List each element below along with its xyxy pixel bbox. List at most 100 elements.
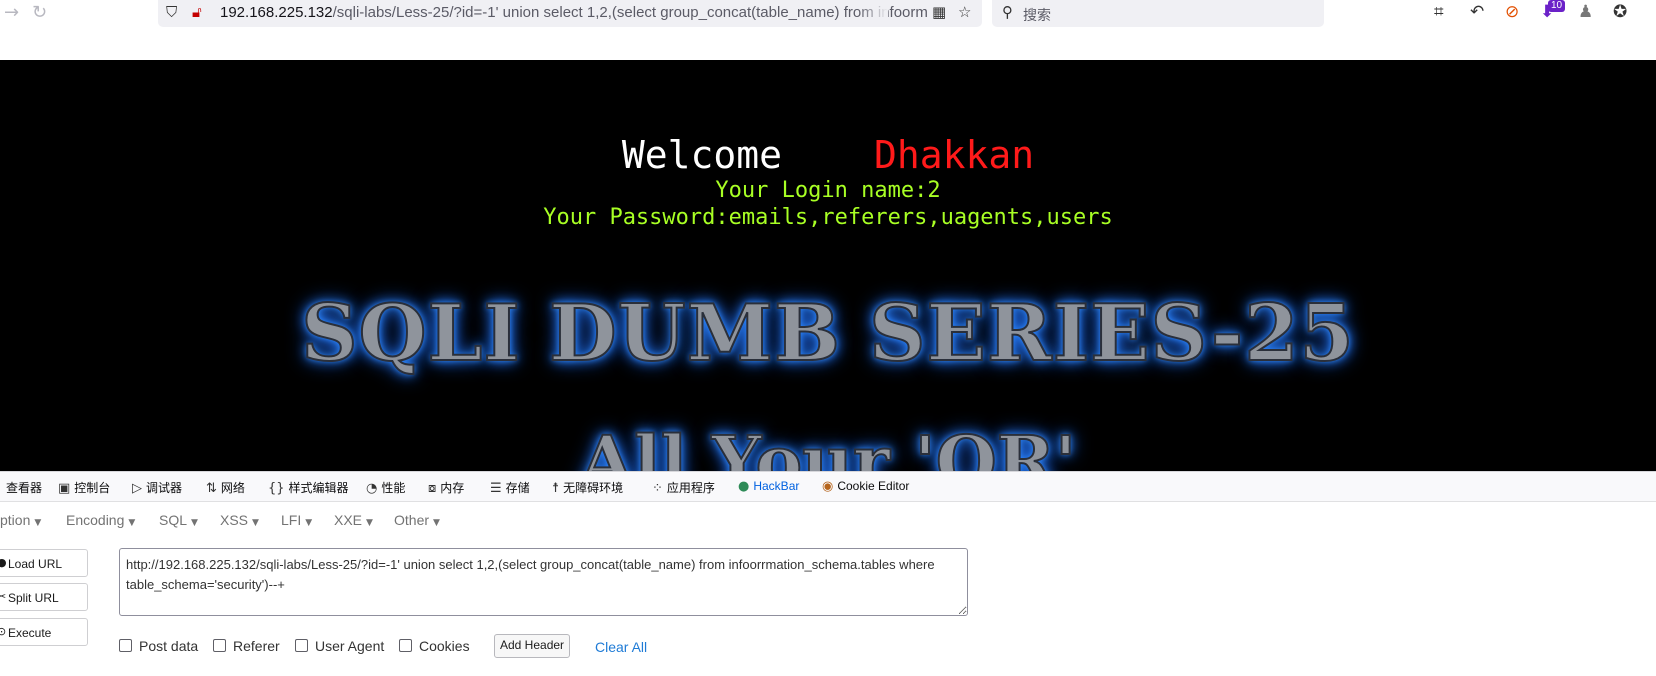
memory-icon: ⧇ (428, 481, 437, 496)
menu-lfi[interactable]: LFI ▼ (281, 512, 312, 528)
network-icon: ⇅ (206, 481, 217, 496)
menu-encoding[interactable]: Encoding ▼ (66, 512, 135, 528)
tracking-protection-icon[interactable]: ⛉ (166, 3, 177, 21)
devtools-panel: 查看器 ▣ 控制台 ▷ 调试器 ⇅ 网络 {} 样式编辑器 ◔ 性能 ⧇ 内存 ☰ 存储 ☨ 无… (0, 471, 1656, 676)
menu-label: SQL (159, 512, 188, 528)
post-data-checkbox[interactable]: Post data (119, 638, 198, 654)
blocker-extension-icon[interactable]: ⊘ (1505, 2, 1519, 22)
chevron-down-icon: ▼ (34, 518, 42, 528)
url-fade (858, 0, 888, 27)
tab-debugger[interactable]: ▷ 调试器 (132, 479, 182, 496)
search-placeholder: 搜索 (1023, 7, 1051, 23)
chevron-down-icon: ▼ (191, 518, 198, 528)
add-header-button[interactable]: Add Header (494, 634, 571, 658)
url-textarea[interactable]: http://192.168.225.132/sqli-labs/Less-25… (119, 548, 968, 616)
tab-label: 无障碍环境 (563, 481, 624, 495)
tab-inspector[interactable]: 查看器 (6, 479, 42, 496)
hackbar-menu: ption ▼ Encoding ▼ SQL ▼ XSS ▼ LFI ▼ XXE ▼ Oth… (0, 504, 1656, 534)
password-line: Your Password:emails,referers,uagents,us… (543, 205, 1113, 230)
split-icon: ✂ (0, 590, 7, 603)
user-agent-checkbox[interactable]: User Agent (295, 638, 384, 654)
chevron-down-icon: ▼ (433, 518, 440, 528)
checkbox-box[interactable] (119, 639, 132, 652)
login-name-line: Your Login name:2 (715, 178, 941, 203)
load-url-button[interactable]: ● Load URL (0, 549, 88, 577)
tab-label: 性能 (381, 481, 406, 495)
tab-style-editor[interactable]: {} 样式编辑器 (268, 479, 349, 496)
devtools-tab-bar: 查看器 ▣ 控制台 ▷ 调试器 ⇅ 网络 {} 样式编辑器 ◔ 性能 ⧇ 内存 ☰ 存储 ☨ 无… (0, 472, 1656, 502)
menu-label: XSS (220, 512, 249, 528)
chevron-down-icon: ▼ (305, 518, 313, 528)
insecure-lock-icon[interactable]: 🔓︎ (192, 3, 202, 21)
execute-button[interactable]: ⊙ Execute (0, 618, 88, 646)
checkbox-box[interactable] (399, 639, 412, 652)
forward-icon[interactable]: → (4, 2, 19, 23)
chevron-down-icon: ▼ (366, 518, 373, 528)
screenshot-icon[interactable]: ⌗ (1434, 2, 1444, 22)
debugger-icon: ▷ (132, 481, 142, 496)
bookmark-star-icon[interactable]: ☆ (958, 3, 971, 21)
tab-performance[interactable]: ◔ 性能 (366, 479, 405, 496)
tab-label: 查看器 (6, 481, 43, 495)
hackbar-icon: ● (738, 479, 750, 494)
extension-icon[interactable]: ♟ (1578, 2, 1593, 22)
play-icon: ⊙ (0, 625, 7, 638)
menu-sql[interactable]: SQL ▼ (159, 512, 198, 528)
accessibility-icon: ☨ (552, 481, 560, 496)
application-icon: ⁘ (652, 481, 663, 496)
menu-encryption[interactable]: ption ▼ (0, 512, 41, 528)
tab-label: Cookie Editor (837, 479, 910, 493)
tab-network[interactable]: ⇅ 网络 (206, 479, 245, 496)
tab-hackbar[interactable]: ● HackBar (738, 479, 799, 494)
performance-icon: ◔ (366, 481, 378, 496)
console-icon: ▣ (58, 481, 71, 496)
referer-checkbox[interactable]: Referer (213, 638, 280, 654)
extension-badge: 10 (1548, 0, 1566, 12)
menu-label: LFI (281, 512, 302, 528)
checkbox-box[interactable] (295, 639, 308, 652)
tab-cookie-editor[interactable]: ◉ Cookie Editor (822, 479, 909, 494)
chevron-down-icon: ▼ (128, 518, 136, 528)
button-label: Load URL (8, 557, 63, 571)
welcome-text: Welcome (621, 133, 782, 177)
tab-memory[interactable]: ⧇ 内存 (428, 479, 464, 496)
tab-application[interactable]: ⁘ 应用程序 (652, 479, 715, 496)
address-bar[interactable]: ⛉ 🔓︎ 192.168.225.132/sqli-labs/Less-25/?… (158, 0, 982, 27)
qr-code-icon[interactable]: ▦ (932, 3, 946, 21)
checkbox-label: Post data (139, 638, 199, 654)
search-bar[interactable]: ⚲ 搜索 (992, 0, 1324, 27)
checkbox-box[interactable] (213, 639, 226, 652)
tab-console[interactable]: ▣ 控制台 (58, 479, 110, 496)
storage-icon: ☰ (490, 481, 502, 496)
welcome-line: Welcome Dhakkan (0, 133, 1656, 177)
menu-label: ption (0, 512, 31, 528)
checkbox-label: Cookies (419, 638, 470, 654)
split-url-button[interactable]: ✂ Split URL (0, 583, 88, 611)
load-icon: ● (0, 556, 7, 569)
menu-other[interactable]: Other ▼ (394, 512, 440, 528)
chevron-down-icon: ▼ (252, 518, 259, 528)
menu-label: Other (394, 512, 430, 528)
tab-label: 应用程序 (666, 481, 715, 495)
clear-all-link[interactable]: Clear All (595, 639, 647, 655)
style-editor-icon: {} (268, 481, 285, 496)
cookie-icon: ◉ (822, 479, 834, 494)
address-bar-text[interactable]: 192.168.225.132/sqli-labs/Less-25/?id=-1… (220, 4, 930, 21)
checkbox-label: User Agent (315, 638, 385, 654)
menu-xss[interactable]: XSS ▼ (220, 512, 259, 528)
welcome-name: Dhakkan (874, 133, 1035, 177)
button-label: Execute (8, 626, 52, 640)
tab-label: 调试器 (146, 481, 183, 495)
page-content: Welcome Dhakkan Your Login name:2 Your Pa… (0, 60, 1656, 471)
tab-label: HackBar (753, 479, 800, 493)
tab-storage[interactable]: ☰ 存储 (490, 479, 530, 496)
tab-label: 控制台 (74, 481, 111, 495)
browser-toolbar: → ↻ ⛉ 🔓︎ 192.168.225.132/sqli-labs/Less-… (0, 0, 1656, 60)
cookies-checkbox[interactable]: Cookies (399, 638, 470, 654)
menu-xxe[interactable]: XXE ▼ (334, 512, 373, 528)
tab-accessibility[interactable]: ☨ 无障碍环境 (552, 479, 623, 496)
reload-icon[interactable]: ↻ (32, 2, 47, 23)
back-arrow-icon[interactable]: ↶ (1470, 2, 1484, 22)
menu-label: XXE (334, 512, 363, 528)
cookie-extension-icon[interactable]: ✪ (1613, 2, 1627, 22)
